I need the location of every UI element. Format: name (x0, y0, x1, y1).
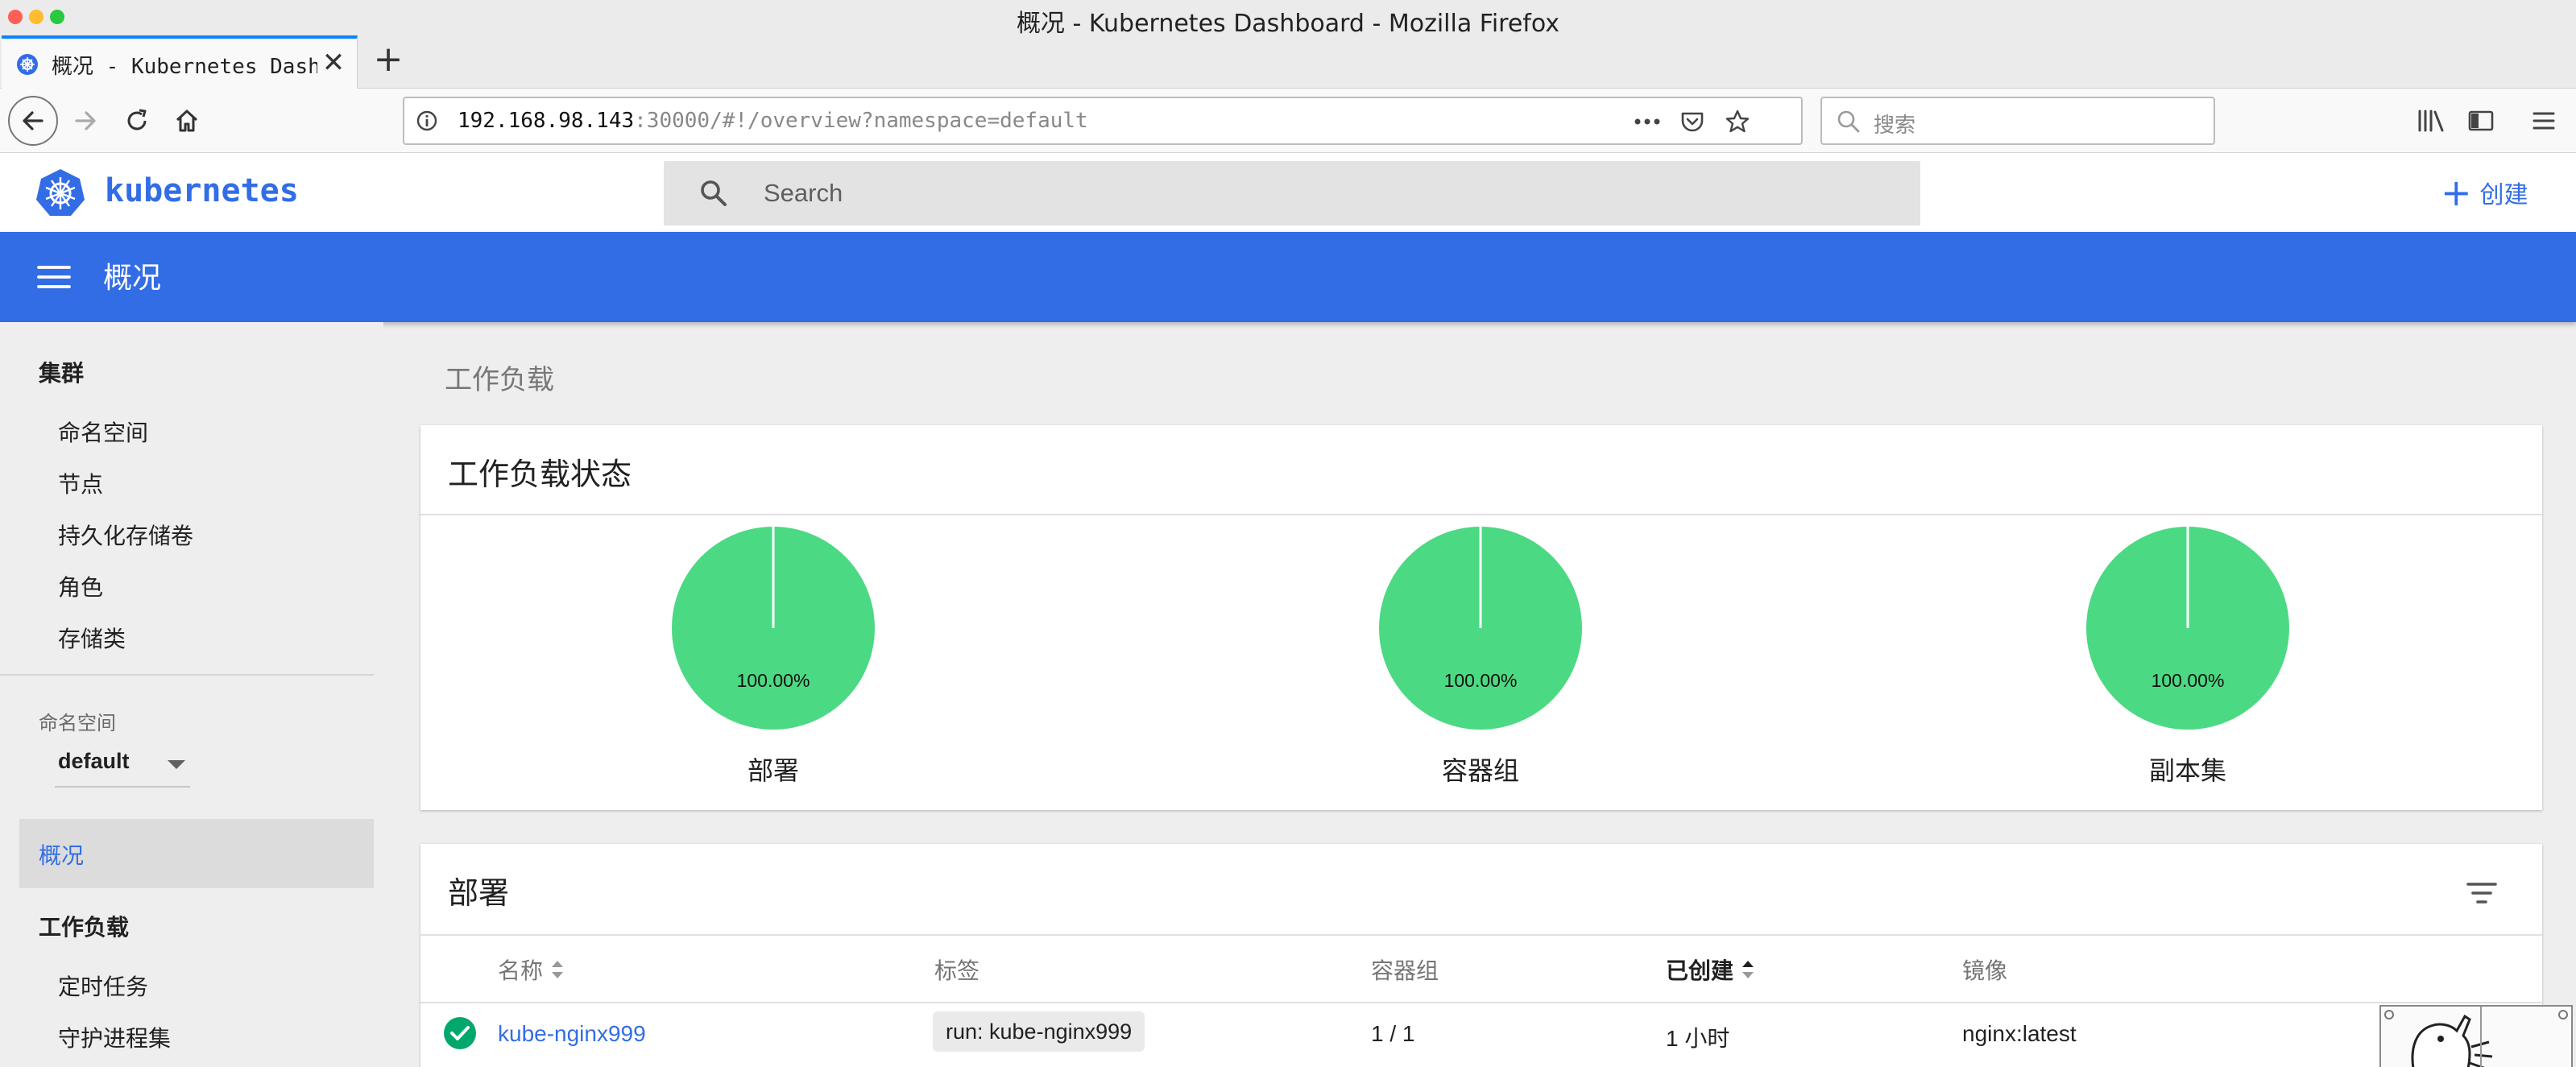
pie-deployments (672, 527, 875, 730)
created-age: 1 小时 (1666, 1026, 1730, 1051)
home-button[interactable] (164, 98, 209, 143)
navigation-toolbar: 192.168.98.143:30000/#!/overview?namespa… (0, 89, 2576, 153)
caret-down-icon (168, 760, 185, 769)
create-label: 创建 (2479, 181, 2528, 209)
namespace-value: default (58, 749, 130, 773)
namespace-label: 命名空间 (39, 712, 116, 734)
address-bar[interactable]: 192.168.98.143:30000/#!/overview?namespa… (403, 97, 1803, 145)
search-icon (1837, 110, 1860, 133)
reload-icon (127, 109, 147, 130)
forward-button[interactable] (63, 98, 108, 143)
workload-status-card: 工作负载状态 100.00% 部署 100.00% 容器组 100.00% 副本… (420, 425, 2542, 810)
sidebar-item-persistent-volumes[interactable]: 持久化存储卷 (58, 519, 193, 551)
window-title: 概况 - Kubernetes Dashboard - Mozilla Fire… (1016, 10, 1560, 38)
pie-pods (1379, 527, 1582, 730)
url-path: :30000/#!/overview?namespace=default (634, 109, 1088, 133)
app-header: kubernetes + 创建 (0, 153, 2576, 232)
pie-label: 部署 (747, 755, 799, 786)
url-text[interactable]: 192.168.98.143:30000/#!/overview?namespa… (458, 109, 1088, 133)
new-tab-button[interactable]: + (369, 40, 408, 79)
card-divider (420, 934, 2542, 936)
sidebar-item-namespaces[interactable]: 命名空间 (58, 416, 148, 448)
deployments-card: 部署 名称 标签 容器组 已创建 镜像 kube-nginx999 run: k… (420, 844, 2542, 1067)
card-title: 工作负载状态 (448, 457, 632, 492)
page-actions-icon[interactable] (1634, 108, 1661, 135)
page-title: 概况 (103, 262, 162, 295)
column-header-label: 名称 (498, 957, 544, 984)
pie-label: 副本集 (2148, 755, 2226, 786)
sidebar: 集群 命名空间 节点 持久化存储卷 角色 存储类 命名空间 default 概况… (0, 322, 383, 1067)
app-search[interactable] (664, 161, 1920, 225)
home-icon (176, 110, 198, 132)
sidebar-item-daemon-sets[interactable]: 守护进程集 (58, 1021, 171, 1053)
column-header-images: 镜像 (1962, 957, 2008, 984)
tab-close-icon[interactable]: ✕ (319, 47, 348, 79)
check-circle-icon (444, 1017, 476, 1049)
plus-icon: + (2441, 171, 2472, 214)
tab-bar: 概况 - Kubernetes Dashboard ✕ + (0, 35, 2576, 89)
nav-menu-icon[interactable] (32, 256, 77, 298)
sidebar-heading-workloads[interactable]: 工作负载 (39, 910, 129, 942)
filter-icon[interactable] (2462, 873, 2502, 913)
pie-percent: 100.00% (2151, 670, 2225, 691)
sidebar-divider (0, 674, 374, 676)
sort-icon (1742, 961, 1754, 978)
sort-icon (552, 961, 564, 978)
tab-kubernetes-dashboard[interactable]: 概况 - Kubernetes Dashboard ✕ (2, 35, 358, 89)
window-titlebar: 概况 - Kubernetes Dashboard - Mozilla Fire… (0, 0, 2576, 38)
tab-label: 概况 - Kubernetes Dashboard (52, 55, 317, 79)
sidebar-item-roles[interactable]: 角色 (58, 570, 103, 602)
column-header-name[interactable]: 名称 (498, 953, 565, 986)
pie-chart-deployments: 100.00% 部署 (652, 527, 894, 800)
column-header-pods: 容器组 (1371, 957, 1439, 984)
sidebar-item-overview-label: 概况 (39, 842, 85, 869)
pie-replica-sets (2086, 527, 2289, 730)
library-icon[interactable] (2408, 98, 2454, 143)
arrow-right-icon (75, 111, 96, 130)
sidebar-item-storage-classes[interactable]: 存储类 (58, 622, 126, 654)
arrow-left-icon (23, 111, 43, 130)
image-name: nginx:latest (1962, 1021, 2077, 1046)
url-host: 192.168.98.143 (458, 109, 635, 133)
pie-label: 容器组 (1441, 755, 1519, 786)
kubernetes-favicon-icon (17, 54, 38, 75)
search-input[interactable] (764, 161, 1891, 225)
pods-count: 1 / 1 (1371, 1021, 1415, 1046)
reload-button[interactable] (114, 98, 159, 143)
pocket-icon[interactable] (1679, 108, 1706, 135)
sidebar-toggle-icon[interactable] (2458, 98, 2504, 143)
hamburger-menu-icon[interactable] (2521, 98, 2566, 143)
app-brand-name[interactable]: kubernetes (105, 172, 299, 209)
section-title-workloads: 工作负载 (445, 364, 554, 396)
floating-mascot-widget[interactable] (2379, 1005, 2573, 1067)
sidebar-heading-cluster[interactable]: 集群 (39, 356, 84, 388)
create-button[interactable]: + 创建 (2441, 171, 2528, 214)
pie-chart-replica-sets: 100.00% 副本集 (2067, 527, 2309, 800)
column-header-label: 已创建 (1666, 957, 1734, 984)
page-toolbar: 概况 (0, 232, 2576, 322)
pie-percent: 100.00% (1443, 670, 1518, 691)
pie-percent: 100.00% (736, 670, 810, 691)
label-chip: run: kube-nginx999 (933, 1011, 1145, 1052)
kubernetes-logo-icon[interactable] (35, 167, 85, 217)
browser-search-bar[interactable]: 搜索 (1820, 97, 2215, 145)
pie-chart-pods: 100.00% 容器组 (1360, 527, 1601, 800)
back-button[interactable] (8, 96, 58, 146)
sidebar-item-overview[interactable]: 概况 (19, 819, 374, 888)
sidebar-item-cron-jobs[interactable]: 定时任务 (58, 970, 148, 1002)
sidebar-item-nodes[interactable]: 节点 (58, 467, 103, 499)
search-placeholder: 搜索 (1874, 114, 1916, 138)
namespace-select[interactable]: default (55, 742, 190, 788)
bookmark-star-icon[interactable] (1724, 108, 1751, 135)
rabbit-mascot-icon (2384, 1007, 2568, 1067)
info-icon[interactable] (416, 110, 438, 132)
column-header-labels: 标签 (934, 957, 980, 984)
card-divider (420, 514, 2542, 515)
table-row-divider (420, 1002, 2542, 1003)
column-header-created[interactable]: 已创建 (1666, 953, 1756, 986)
deployment-name-link[interactable]: kube-nginx999 (498, 1021, 646, 1047)
search-icon (701, 180, 727, 206)
card-title: 部署 (448, 875, 510, 911)
